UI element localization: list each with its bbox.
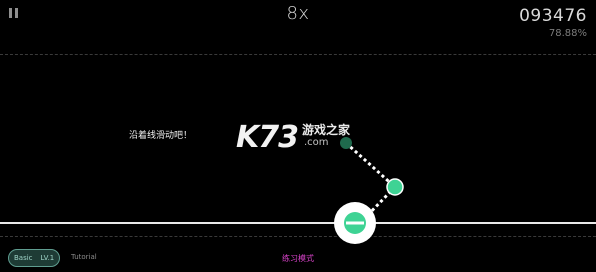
drag-note-node-far	[340, 137, 352, 149]
game-screen: 8x 093476 78.88% 沿着线滑动吧！ K73 游戏之家 .com B…	[0, 0, 596, 272]
drag-note-head[interactable]	[334, 202, 376, 244]
practice-mode-label: 练习模式	[282, 254, 314, 263]
drag-note-node	[386, 178, 404, 196]
note-layer	[334, 137, 404, 244]
